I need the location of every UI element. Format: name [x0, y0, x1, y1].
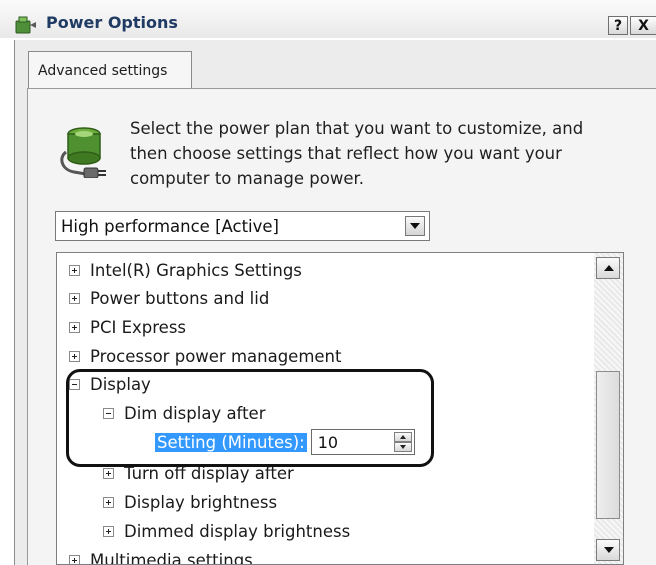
tree-item-display[interactable]: Display [69, 371, 151, 397]
expand-icon[interactable] [103, 467, 114, 479]
chevron-down-icon [410, 223, 420, 229]
tree-item[interactable]: PCI Express [69, 314, 186, 340]
expand-icon[interactable] [103, 496, 114, 508]
setting-label: Setting (Minutes): [155, 432, 307, 452]
tree-item-label: Power buttons and lid [90, 288, 270, 308]
dropdown-arrow-button[interactable] [405, 216, 425, 236]
tree-item[interactable]: Multimedia settings [69, 547, 253, 565]
tree-item-label: Multimedia settings [90, 550, 253, 565]
power-plan-value: High performance [Active] [61, 217, 279, 236]
title-bar: Power Options ? X [0, 0, 656, 38]
tree-item[interactable]: Display brightness [103, 489, 277, 515]
expand-icon[interactable] [69, 554, 80, 564]
collapse-icon[interactable] [69, 378, 80, 390]
scroll-down-button[interactable] [596, 539, 620, 561]
tree-item[interactable]: Dimmed display brightness [103, 518, 350, 544]
scroll-thumb[interactable] [596, 371, 620, 519]
close-button[interactable]: X [630, 16, 656, 35]
setting-minutes-row[interactable]: Setting (Minutes): 10 [155, 429, 415, 455]
tab-advanced-settings[interactable]: Advanced settings [28, 51, 192, 89]
tree-item[interactable]: Power buttons and lid [69, 285, 269, 311]
expand-icon[interactable] [69, 264, 80, 276]
tree-item-label: Display [90, 374, 151, 394]
power-options-icon [15, 16, 36, 34]
expand-icon[interactable] [69, 321, 80, 333]
scroll-up-button[interactable] [596, 257, 620, 279]
tree-item-label: PCI Express [90, 317, 187, 337]
spinner-up-button[interactable] [393, 432, 412, 442]
spinner-down-button[interactable] [393, 442, 412, 452]
help-button[interactable]: ? [608, 16, 628, 35]
expand-icon[interactable] [69, 350, 80, 362]
tree-item-label: Dim display after [124, 403, 266, 423]
tab-label: Advanced settings [38, 63, 168, 79]
tree-item-label: Processor power management [90, 346, 342, 366]
tree-item-dim-display[interactable]: Dim display after [103, 400, 265, 426]
tree-item[interactable]: Turn off display after [103, 460, 294, 486]
tree-item-label: Dimmed display brightness [124, 521, 351, 541]
minutes-value[interactable]: 10 [318, 433, 338, 452]
expand-icon[interactable] [103, 525, 114, 537]
tree-item[interactable]: Intel(R) Graphics Settings [69, 257, 302, 283]
tree-item[interactable]: Processor power management [69, 343, 342, 369]
minutes-spinner[interactable]: 10 [310, 429, 415, 455]
window-title: Power Options [46, 13, 178, 32]
settings-tree[interactable]: Intel(R) Graphics Settings Power buttons… [56, 252, 624, 565]
power-plan-select[interactable]: High performance [Active] [55, 211, 430, 241]
intro-text: Select the power plan that you want to c… [130, 119, 584, 188]
battery-plug-icon [60, 127, 106, 178]
vertical-scrollbar[interactable] [594, 253, 623, 564]
collapse-icon[interactable] [103, 407, 114, 419]
expand-icon[interactable] [69, 292, 80, 304]
tree-item-label: Display brightness [124, 492, 278, 512]
tree-item-label: Turn off display after [124, 463, 294, 483]
tree-item-label: Intel(R) Graphics Settings [90, 260, 302, 280]
